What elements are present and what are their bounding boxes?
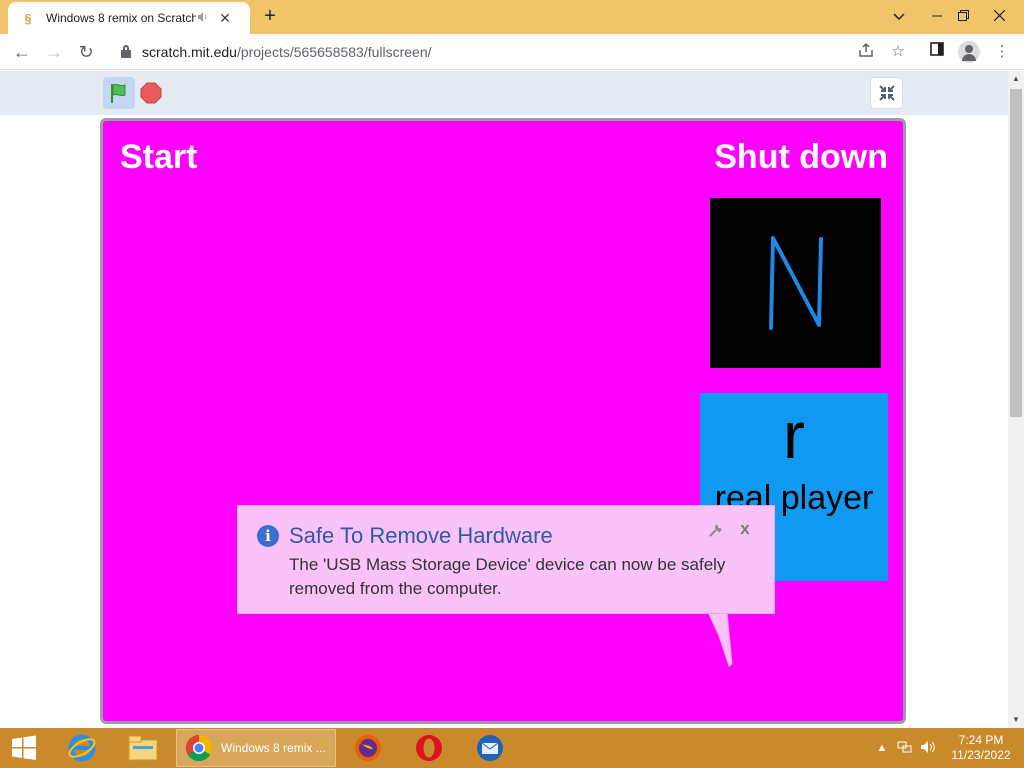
chrome-menu-icon[interactable]: ⋮ [992, 42, 1012, 62]
page-scrollbar[interactable]: ▲ ▼ [1008, 71, 1024, 728]
reload-button[interactable]: ↻ [74, 40, 98, 64]
notification-title: Safe To Remove Hardware [289, 523, 553, 548]
scratch-icon: § [24, 10, 32, 26]
bookmark-star-icon[interactable]: ☆ [888, 42, 908, 62]
taskbar-chrome-window[interactable]: Windows 8 remix ... [176, 729, 336, 767]
side-panel-icon[interactable] [927, 42, 947, 62]
tab-close-icon[interactable]: ✕ [216, 10, 234, 27]
tab-title: Windows 8 remix on Scratch [46, 11, 196, 25]
player-controls-bar [0, 71, 1008, 115]
speaker-icon[interactable] [196, 11, 210, 26]
opera-icon[interactable] [401, 730, 457, 766]
taskbar-chrome-title: Windows 8 remix ... [221, 741, 326, 755]
thunderbird-icon[interactable] [462, 730, 518, 766]
unfullscreen-icon[interactable] [870, 77, 903, 109]
restore-button[interactable] [948, 4, 978, 30]
new-tab-button[interactable]: + [258, 6, 282, 28]
info-icon: i [257, 525, 279, 547]
chrome-icon [185, 734, 213, 762]
forward-button[interactable]: → [42, 40, 66, 64]
scroll-thumb[interactable] [1010, 89, 1022, 417]
tray-overflow-arrow[interactable]: ▲ [874, 740, 890, 756]
notification-message: The 'USB Mass Storage Device' device can… [289, 555, 726, 598]
green-flag-icon[interactable] [103, 77, 135, 109]
notification-close-icon[interactable]: x [735, 519, 755, 541]
profile-avatar-icon[interactable] [958, 41, 980, 63]
clock-date: 11/23/2022 [951, 748, 1011, 762]
browser-toolbar: ← → ↻ scratch.mit.edu/projects/565658583… [0, 34, 1024, 70]
notification-balloon[interactable]: i Safe To Remove Hardware The 'USB Mass … [237, 505, 775, 614]
stop-icon[interactable] [140, 82, 162, 104]
browser-title-bar: § Windows 8 remix on Scratch ✕ + [0, 0, 1024, 34]
internet-explorer-icon[interactable] [54, 730, 110, 766]
wrench-icon[interactable] [706, 522, 726, 542]
netflix-tile[interactable]: N [710, 198, 881, 368]
address-bar[interactable]: scratch.mit.edu/projects/565658583/fulls… [108, 39, 918, 65]
url-host: scratch.mit.edu [142, 44, 237, 60]
close-window-button[interactable] [984, 4, 1014, 30]
volume-icon[interactable] [920, 740, 936, 756]
shutdown-label[interactable]: Shut down [714, 138, 888, 177]
balloon-tail [707, 612, 733, 667]
windows-taskbar: Windows 8 remix ... ▲ 7:24 PM 11/23/2022 [0, 728, 1024, 768]
file-explorer-icon[interactable] [115, 730, 171, 766]
windows-start-icon[interactable] [0, 728, 48, 768]
clock-time: 7:24 PM [958, 733, 1004, 747]
firefox-icon[interactable] [340, 730, 396, 766]
start-label[interactable]: Start [120, 138, 197, 177]
tile-n-letter-glyph [768, 236, 823, 330]
screen: § Windows 8 remix on Scratch ✕ + ← → ↻ s… [0, 0, 1024, 768]
scroll-up-arrow[interactable]: ▲ [1008, 71, 1024, 87]
share-icon[interactable] [856, 42, 876, 62]
url-path: /projects/565658583/fullscreen/ [236, 44, 432, 60]
tab-search-dropdown-icon[interactable] [884, 4, 914, 30]
scroll-down-arrow[interactable]: ▼ [1008, 712, 1024, 728]
back-button[interactable]: ← [10, 40, 34, 64]
network-icon[interactable] [897, 740, 913, 756]
page-content: Start Shut down N r real player [0, 71, 1008, 728]
browser-tab-active[interactable]: § Windows 8 remix on Scratch ✕ [8, 2, 250, 34]
scratch-stage[interactable]: Start Shut down N r real player [100, 118, 906, 724]
lock-icon[interactable] [120, 45, 132, 59]
taskbar-clock[interactable]: 7:24 PM 11/23/2022 [946, 733, 1016, 763]
real-player-letter: r [783, 398, 805, 472]
